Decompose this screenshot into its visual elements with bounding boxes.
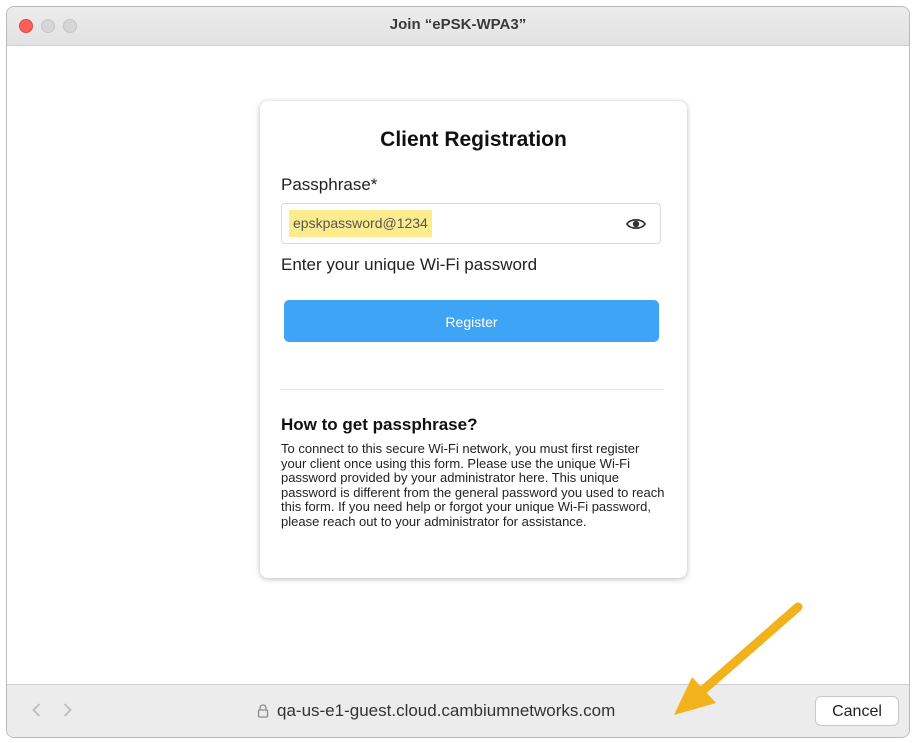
help-body: To connect to this secure Wi-Fi network,… (281, 441, 665, 529)
passphrase-value[interactable]: epskpassword@1234 (289, 210, 432, 237)
page-content: Client Registration Passphrase* epskpass… (7, 46, 909, 685)
eye-icon[interactable] (626, 215, 646, 233)
chevron-left-icon[interactable] (29, 702, 45, 718)
passphrase-label: Passphrase* (281, 175, 378, 194)
chevron-right-icon[interactable] (59, 702, 75, 718)
register-button[interactable]: Register (284, 300, 659, 342)
card-title: Client Registration (380, 128, 567, 151)
passphrase-input[interactable]: epskpassword@1234 (281, 203, 661, 244)
window-title: Join “ePSK-WPA3” (389, 16, 527, 33)
lock-icon (257, 704, 269, 718)
address-display: qa-us-e1-guest.cloud.cambiumnetworks.com (257, 700, 615, 722)
passphrase-helper-text: Enter your unique Wi-Fi password (281, 255, 538, 274)
registration-card: Client Registration Passphrase* epskpass… (260, 101, 687, 578)
divider (281, 389, 663, 390)
title-bar: Join “ePSK-WPA3” (7, 7, 909, 46)
annotation-arrow-icon (674, 602, 803, 715)
cancel-button[interactable]: Cancel (815, 696, 899, 726)
url-text: qa-us-e1-guest.cloud.cambiumnetworks.com (277, 701, 616, 720)
help-title: How to get passphrase? (281, 415, 478, 434)
